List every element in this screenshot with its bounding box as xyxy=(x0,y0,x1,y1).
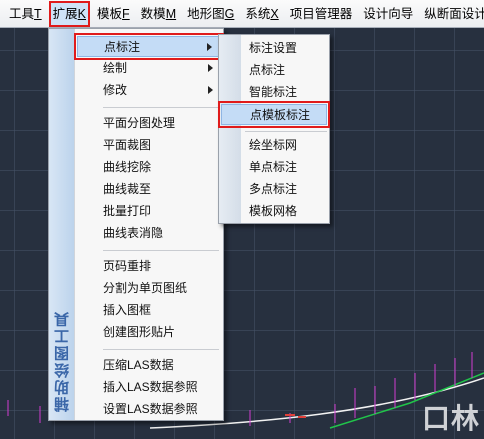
menu-tools[interactable]: 工具T xyxy=(6,2,45,26)
menu-project-manager[interactable]: 项目管理器 xyxy=(287,2,356,26)
menu-topo-map[interactable]: 地形图G xyxy=(184,2,237,26)
menu-separator xyxy=(103,250,219,251)
submenu-item-draw-grid[interactable]: 绘坐标网 xyxy=(221,135,327,156)
submenu-item-point-template-annotation[interactable]: 点模板标注 xyxy=(218,101,330,128)
menu-separator xyxy=(103,349,219,350)
menu-item-insert-las-ref[interactable]: 插入LAS数据参照 xyxy=(77,377,221,398)
menu-item-curve-table-hide[interactable]: 曲线表消隐 xyxy=(77,223,221,244)
menu-dtm[interactable]: 数模M xyxy=(138,2,179,26)
submenu-arrow-icon xyxy=(207,43,212,51)
menu-item-plan-crop[interactable]: 平面裁图 xyxy=(77,135,221,156)
submenu-item-single-point[interactable]: 单点标注 xyxy=(221,157,327,178)
watermark: 口林 xyxy=(421,402,480,435)
menu-separator xyxy=(103,107,219,108)
menu-design-wizard[interactable]: 设计向导 xyxy=(360,2,416,26)
menu-sidebar-banner: 辅助绘图工具 xyxy=(49,29,75,420)
menu-sidebar-title: 辅助绘图工具 xyxy=(54,310,71,412)
menu-item-create-patch[interactable]: 创建图形贴片 xyxy=(77,322,221,343)
point-annotation-submenu: 标注设置 点标注 智能标注 点模板标注 绘坐标网 单点标注 多点标注 模板网格 xyxy=(218,34,330,224)
submenu-arrow-icon xyxy=(208,64,213,72)
submenu-item-point-annotation[interactable]: 点标注 xyxy=(221,60,327,81)
menu-item-modify[interactable]: 修改 xyxy=(77,80,221,101)
menu-item-set-las-ref[interactable]: 设置LAS数据参照 xyxy=(77,399,221,420)
menu-item-insert-frame[interactable]: 插入图框 xyxy=(77,300,221,321)
menu-item-page-renumber[interactable]: 页码重排 xyxy=(77,256,221,277)
submenu-item-annotation-settings[interactable]: 标注设置 xyxy=(221,38,327,59)
submenu-arrow-icon xyxy=(208,86,213,94)
menu-item-point-annotation[interactable]: 点标注 xyxy=(74,33,224,60)
menu-bar: 工具T 扩展K 模板F 数模M 地形图G 系统X 项目管理器 设计向导 纵断面设… xyxy=(0,0,484,28)
menu-item-batch-print[interactable]: 批量打印 xyxy=(77,201,221,222)
menu-item-draw[interactable]: 绘制 xyxy=(77,58,221,79)
menu-separator xyxy=(245,131,327,132)
submenu-item-template-grid[interactable]: 模板网格 xyxy=(221,201,327,222)
submenu-item-smart-annotation[interactable]: 智能标注 xyxy=(221,82,327,103)
menu-item-compress-las[interactable]: 压缩LAS数据 xyxy=(77,355,221,376)
menu-template[interactable]: 模板F xyxy=(94,2,133,26)
menu-item-curve-cutout[interactable]: 曲线挖除 xyxy=(77,157,221,178)
menu-item-plan-split[interactable]: 平面分图处理 xyxy=(77,113,221,134)
menu-extend[interactable]: 扩展K xyxy=(48,0,91,27)
menu-profile-design[interactable]: 纵断面设计 xyxy=(421,2,484,26)
menu-system[interactable]: 系统X xyxy=(242,2,281,26)
extend-dropdown-menu: 辅助绘图工具 点标注 绘制 修改 平面分图处理 平面裁图 曲线挖除 曲线裁至 批… xyxy=(48,28,224,421)
menu-item-split-pages[interactable]: 分割为单页图纸 xyxy=(77,278,221,299)
submenu-item-multi-point[interactable]: 多点标注 xyxy=(221,179,327,200)
menu-item-curve-trim[interactable]: 曲线裁至 xyxy=(77,179,221,200)
